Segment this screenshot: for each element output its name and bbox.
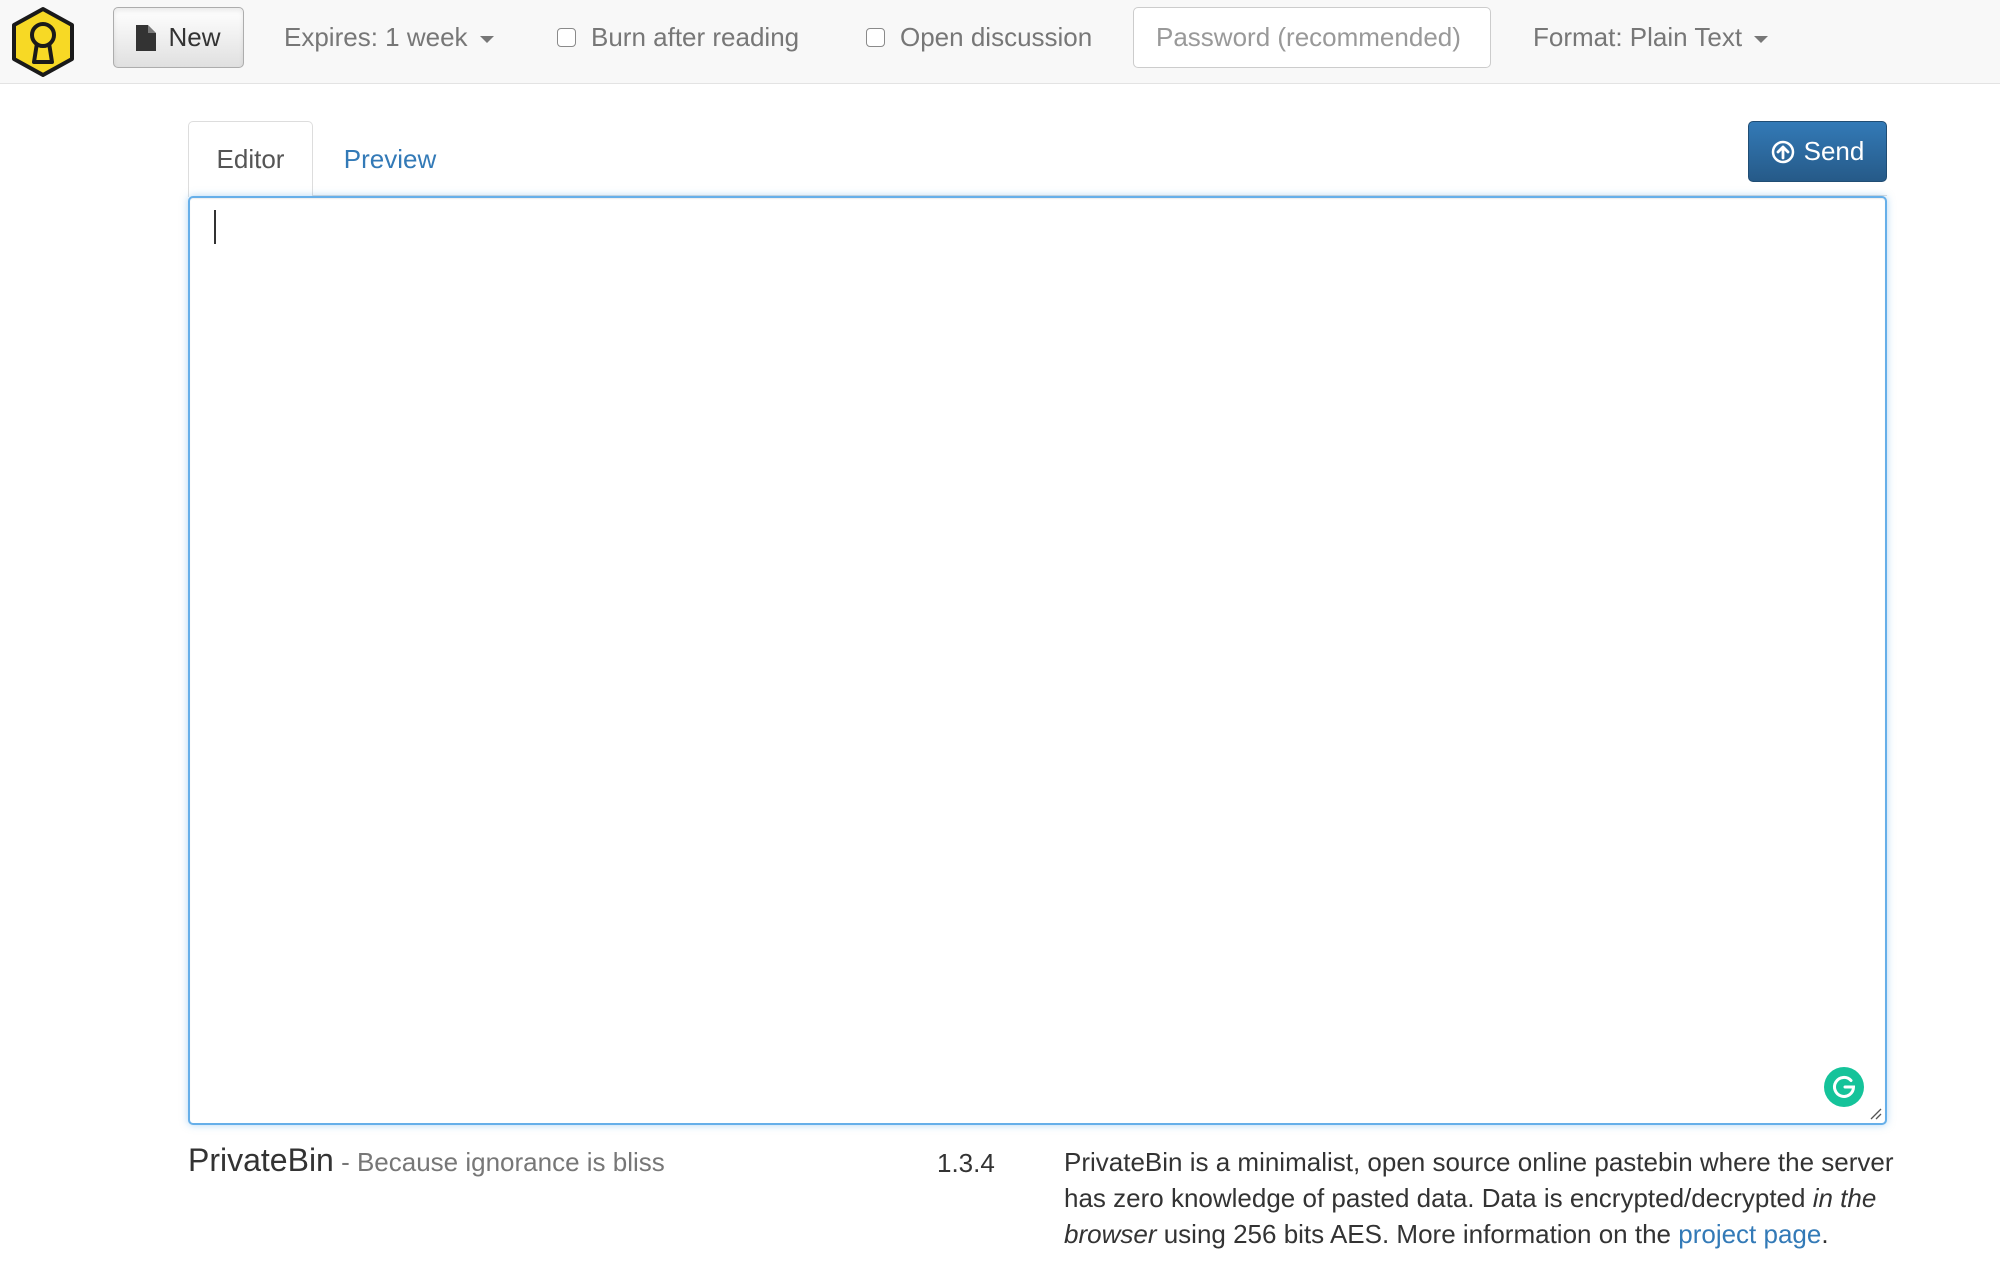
paste-editor-textarea[interactable] (188, 196, 1887, 1125)
resize-handle-icon[interactable] (1868, 1106, 1882, 1120)
new-button-label: New (168, 22, 221, 52)
brand-name: PrivateBin (188, 1142, 334, 1178)
circle-arrow-up-icon (1771, 140, 1794, 163)
about-text-part: PrivateBin is a minimalist, open source … (1064, 1147, 1894, 1213)
about-text: PrivateBin is a minimalist, open source … (1064, 1144, 1904, 1252)
footer-brand: PrivateBin - Because ignorance is bliss (188, 1142, 665, 1179)
format-dropdown[interactable]: Format: Plain Text (1533, 0, 1769, 75)
open-discussion-checkbox[interactable] (866, 28, 885, 47)
version-number: 1.3.4 (937, 1148, 995, 1178)
expiration-dropdown[interactable]: Expires: 1 week (284, 0, 494, 75)
about-text-part: . (1821, 1219, 1829, 1249)
grammarly-icon[interactable] (1824, 1067, 1864, 1107)
tab-preview[interactable]: Preview (324, 121, 456, 197)
chevron-down-icon (1754, 35, 1769, 43)
burn-after-reading-checkbox[interactable] (557, 28, 576, 47)
about-text-part: using 256 bits AES. More information on … (1156, 1219, 1679, 1249)
expiration-label: Expires: 1 week (284, 22, 468, 52)
new-paste-button[interactable]: New (113, 7, 244, 68)
project-page-link[interactable]: project page (1678, 1219, 1821, 1249)
keyhole-logo-icon[interactable] (10, 6, 76, 78)
open-discussion-label: Open discussion (900, 22, 1093, 52)
password-input[interactable] (1133, 7, 1491, 68)
send-button[interactable]: Send (1748, 121, 1887, 182)
chevron-down-icon (479, 35, 494, 43)
open-discussion-option[interactable]: Open discussion (866, 0, 1092, 75)
top-navbar: New Expires: 1 week Burn after reading O… (0, 0, 2000, 84)
burn-after-reading-option[interactable]: Burn after reading (557, 0, 799, 75)
text-cursor (214, 210, 216, 244)
file-icon (136, 24, 157, 51)
send-button-label: Send (1803, 136, 1865, 166)
tab-preview-label: Preview (343, 143, 437, 174)
format-label: Format: Plain Text (1533, 22, 1743, 52)
tab-editor-label: Editor (216, 144, 285, 174)
brand-tagline: - Because ignorance is bliss (333, 1147, 665, 1177)
burn-after-reading-label: Burn after reading (591, 22, 800, 52)
tab-editor[interactable]: Editor (188, 121, 313, 197)
